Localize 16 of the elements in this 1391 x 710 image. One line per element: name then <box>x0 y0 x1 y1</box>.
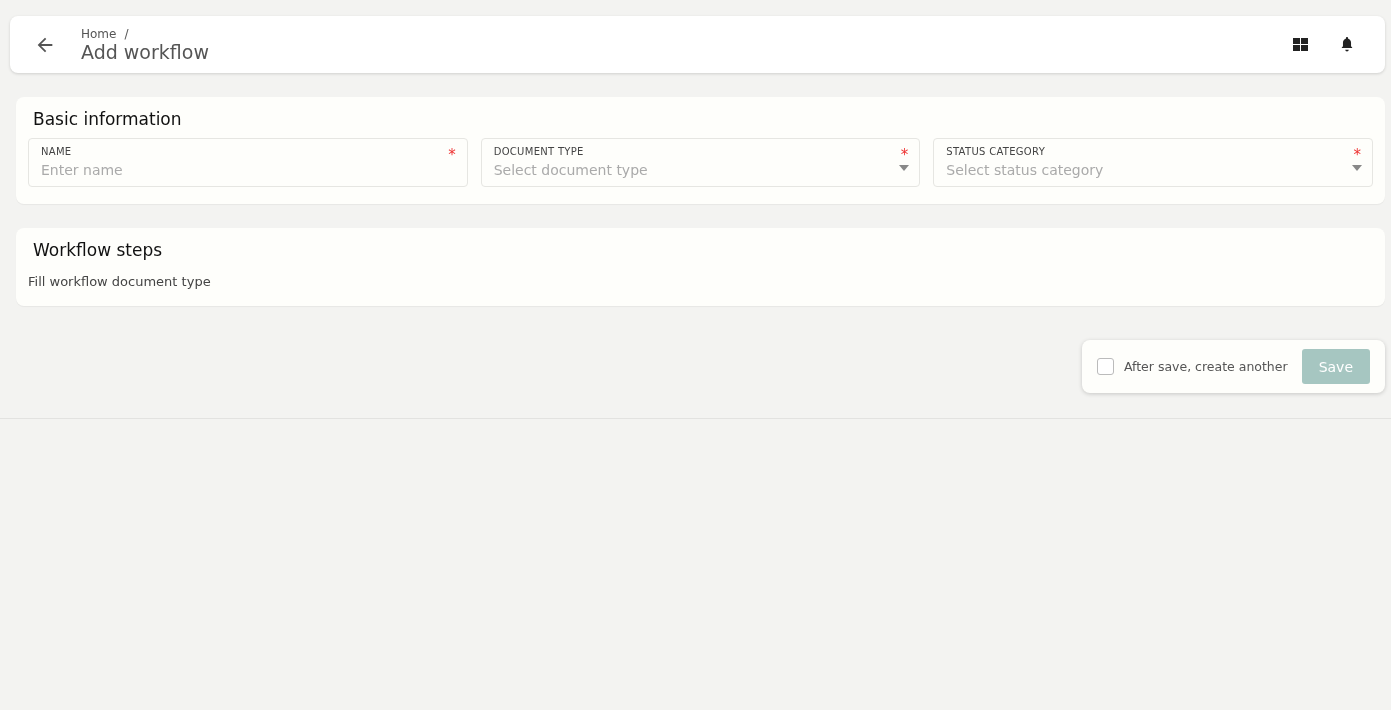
section-title: Workflow steps <box>33 240 164 260</box>
dropdown-caret-icon <box>899 165 910 171</box>
section-title: Basic information <box>33 109 183 129</box>
breadcrumb-separator: / <box>124 26 129 41</box>
field-label: DOCUMENT TYPE <box>493 146 584 157</box>
field-label: NAME <box>41 146 72 157</box>
dropdown-caret-icon <box>1352 165 1362 171</box>
create-another-checkbox[interactable] <box>1096 358 1114 375</box>
breadcrumb-link[interactable]: Home <box>81 26 117 41</box>
info-message: Fill workflow document type <box>28 274 212 289</box>
field-label: STATUS CATEGORY <box>946 146 1046 157</box>
required-asterisk: * <box>1353 146 1361 164</box>
required-asterisk: * <box>900 146 909 164</box>
required-asterisk: * <box>448 146 456 164</box>
checkbox-label: After save, create another <box>1123 359 1288 374</box>
page-title: Add workflow <box>81 40 210 63</box>
